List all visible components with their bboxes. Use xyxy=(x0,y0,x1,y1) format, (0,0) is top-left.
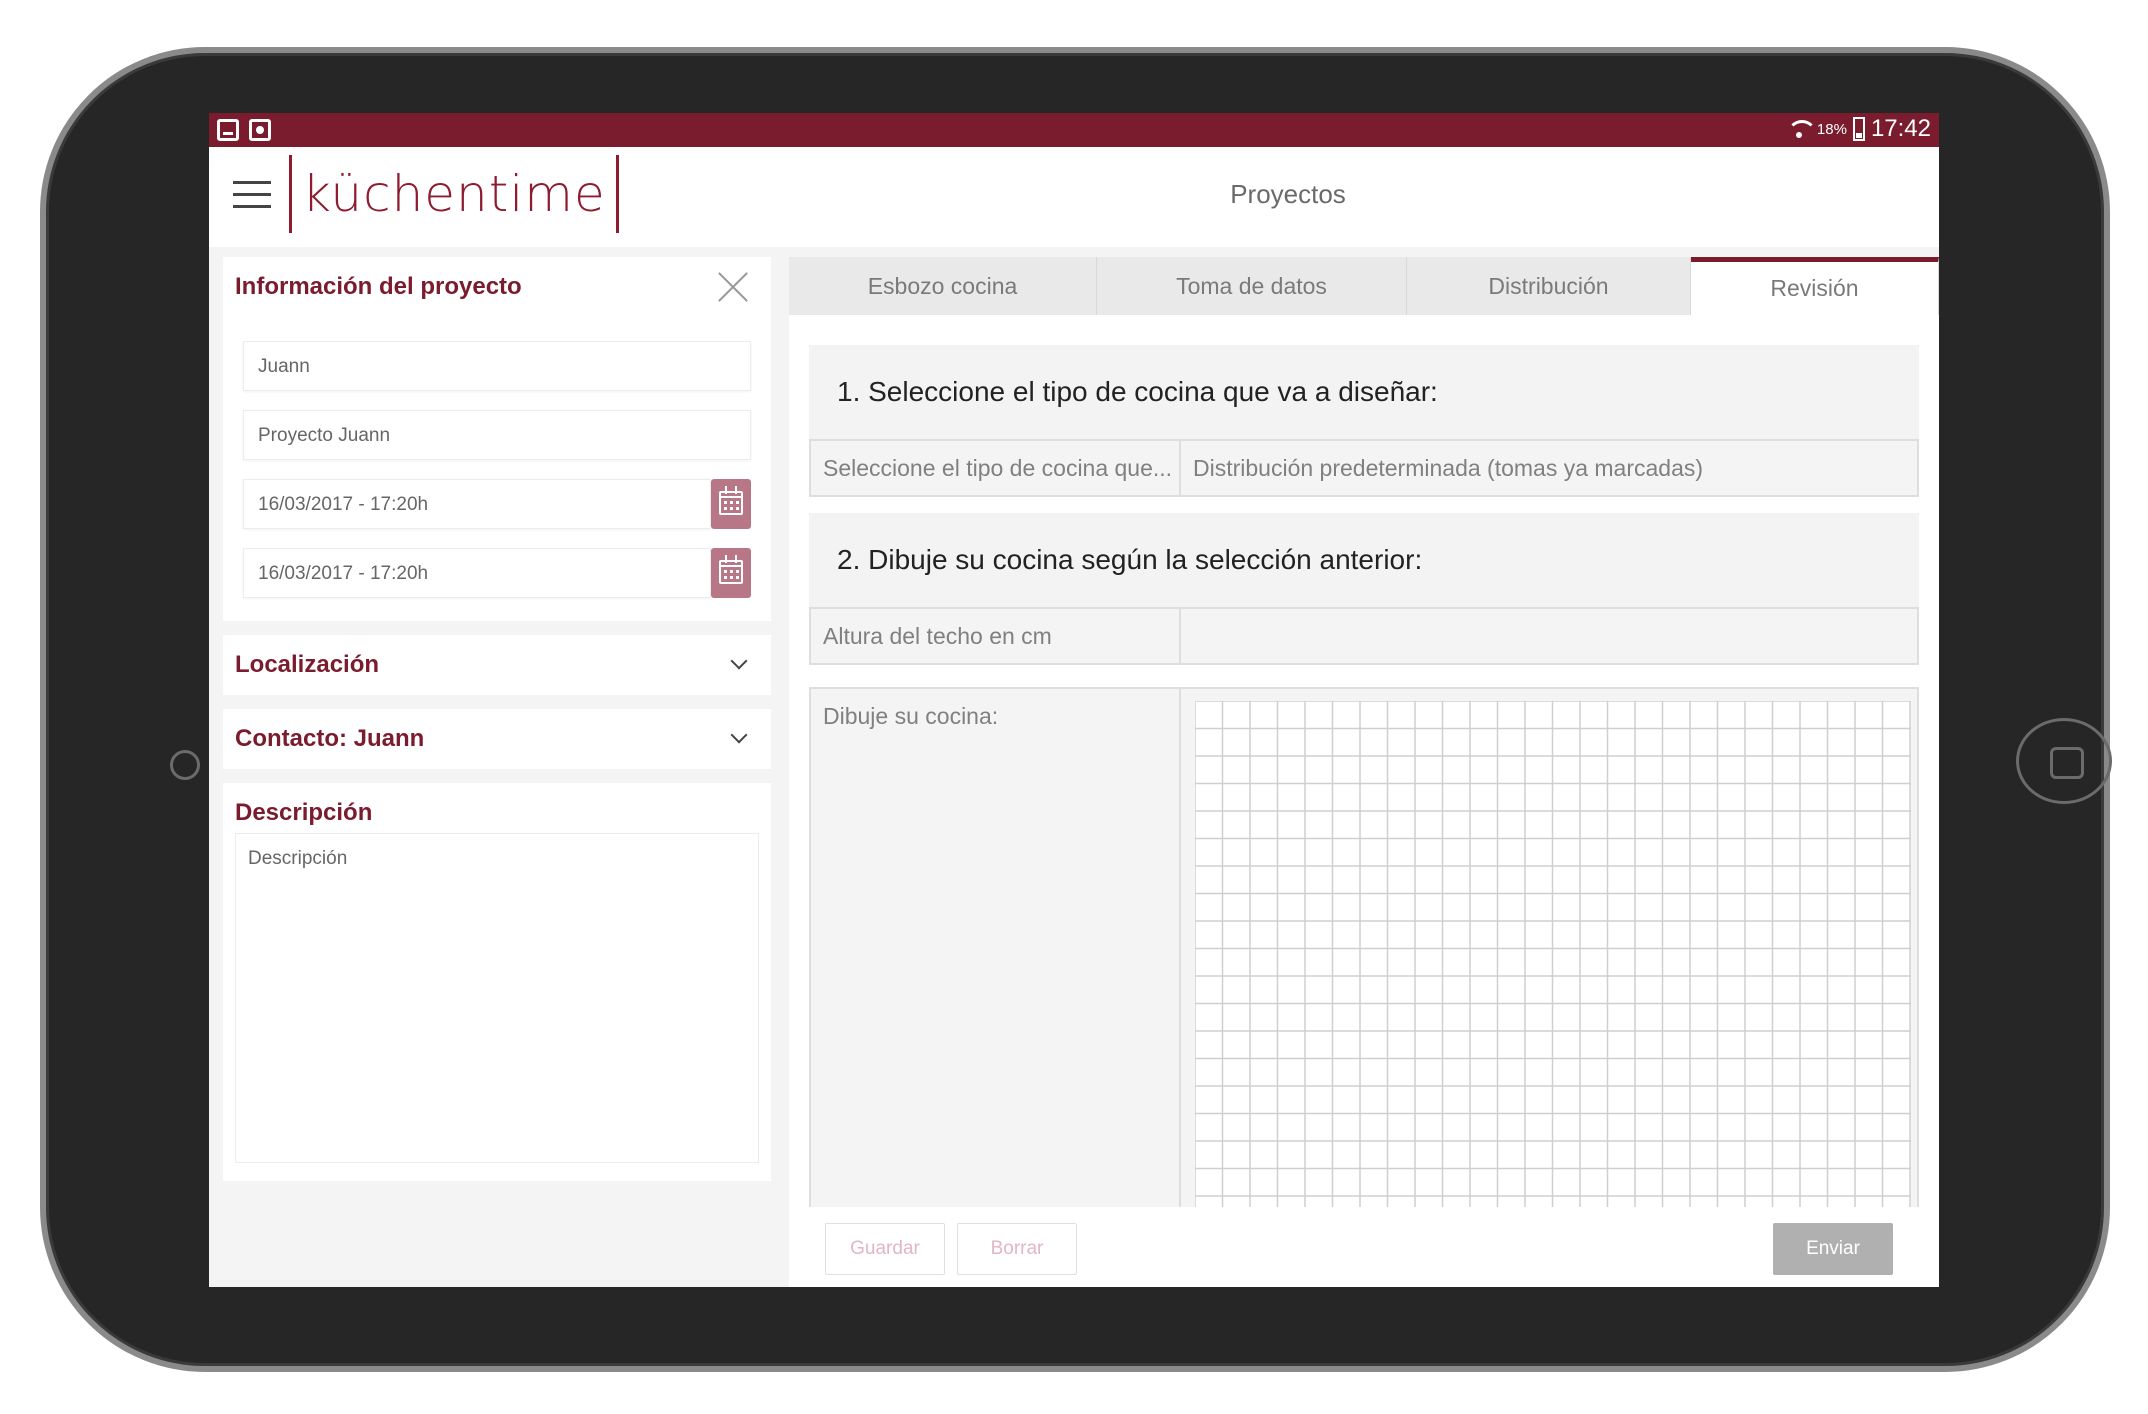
ceiling-height-input[interactable] xyxy=(1181,609,1911,663)
project-info-card: Información del proyecto Juann Proyecto … xyxy=(223,257,771,621)
end-date-field[interactable]: 16/03/2017 - 17:20h xyxy=(243,548,711,598)
app-screen: 18% 17:42 küchentime Proyectos Informaci… xyxy=(209,113,1939,1287)
description-textarea[interactable]: Descripción xyxy=(235,833,759,1163)
location-title: Localización xyxy=(235,651,380,678)
save-button[interactable]: Guardar xyxy=(825,1223,945,1275)
start-date-calendar-button[interactable] xyxy=(711,479,751,529)
description-card: Descripción Descripción xyxy=(223,783,771,1181)
calendar-icon xyxy=(719,560,743,584)
close-icon[interactable] xyxy=(717,271,749,303)
start-date-field[interactable]: 16/03/2017 - 17:20h xyxy=(243,479,711,529)
location-section[interactable]: Localización xyxy=(223,635,771,695)
chevron-down-icon[interactable] xyxy=(730,726,748,744)
client-field[interactable]: Juann xyxy=(243,341,751,391)
tab-esbozo-cocina[interactable]: Esbozo cocina xyxy=(789,257,1097,315)
chevron-down-icon[interactable] xyxy=(730,652,748,670)
contact-title: Contacto: Juann xyxy=(235,725,425,752)
tab-distribucion[interactable]: Distribución xyxy=(1407,257,1691,315)
description-title: Descripción xyxy=(235,799,373,826)
tab-toma-de-datos[interactable]: Toma de datos xyxy=(1097,257,1407,315)
drawing-canvas[interactable] xyxy=(1195,701,1911,1207)
calendar-icon xyxy=(719,491,743,515)
clock: 17:42 xyxy=(1870,115,1931,142)
clear-button[interactable]: Borrar xyxy=(957,1223,1077,1275)
wifi-icon xyxy=(1786,117,1817,141)
battery-percent: 18% xyxy=(1816,120,1847,138)
draw-label: Dibuje su cocina: xyxy=(823,703,999,729)
contact-section[interactable]: Contacto: Juann xyxy=(223,709,771,769)
app-bar: küchentime Proyectos xyxy=(209,147,1939,247)
step2-heading: 2. Dibuje su cocina según la selección a… xyxy=(809,513,1919,607)
home-square-icon xyxy=(2050,747,2084,779)
gallery-notification-icon xyxy=(217,119,239,141)
kitchen-type-row[interactable]: Seleccione el tipo de cocina que... Dist… xyxy=(809,439,1919,497)
main-panel: Esbozo cocina Toma de datos Distribución… xyxy=(789,257,1939,1287)
page-title: Proyectos xyxy=(1230,179,1346,209)
grid-canvas[interactable] xyxy=(1195,701,1911,1207)
battery-icon xyxy=(1852,117,1865,141)
tab-bar: Esbozo cocina Toma de datos Distribución… xyxy=(789,257,1939,315)
end-date-calendar-button[interactable] xyxy=(711,548,751,598)
camera-notification-icon xyxy=(249,119,271,141)
project-name-field[interactable]: Proyecto Juann xyxy=(243,410,751,460)
project-info-title: Información del proyecto xyxy=(235,273,522,300)
kitchen-type-label: Seleccione el tipo de cocina que... xyxy=(823,455,1173,481)
ceiling-height-row: Altura del techo en cm xyxy=(809,607,1919,665)
step1-heading: 1. Seleccione el tipo de cocina que va a… xyxy=(809,345,1919,439)
ceiling-height-label: Altura del techo en cm xyxy=(823,623,1052,649)
status-bar: 18% 17:42 xyxy=(209,113,1939,147)
tab-revision[interactable]: Revisión xyxy=(1691,257,1939,315)
camera-icon xyxy=(170,750,200,780)
home-button[interactable] xyxy=(2016,718,2112,804)
send-button[interactable]: Enviar xyxy=(1773,1223,1893,1275)
kitchen-type-select[interactable]: Distribución predeterminada (tomas ya ma… xyxy=(1181,441,1911,495)
draw-area: Dibuje su cocina: xyxy=(809,687,1919,1207)
